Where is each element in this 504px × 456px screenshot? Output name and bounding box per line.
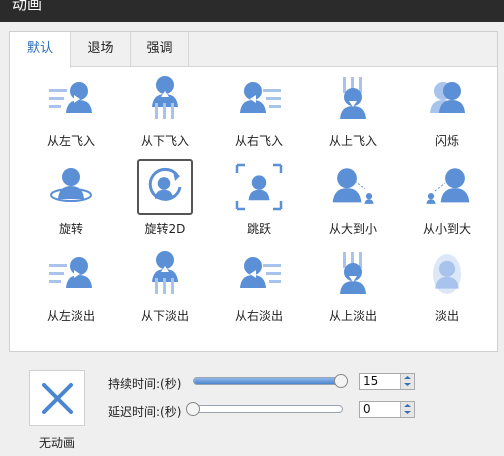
fade-out-top-icon — [325, 246, 381, 302]
close-icon — [42, 383, 73, 414]
tab-default[interactable]: 默认 — [10, 32, 71, 68]
duration-slider[interactable] — [193, 377, 343, 385]
effect-label: 旋转2D — [144, 222, 186, 236]
spin-up-icon[interactable] — [401, 402, 414, 409]
fly-in-left-icon — [43, 71, 99, 127]
jump-icon — [231, 159, 287, 215]
delay-slider[interactable] — [193, 405, 343, 413]
effect-shrink[interactable]: 从大到小 — [313, 159, 393, 239]
effect-label: 从左飞入 — [46, 134, 95, 148]
fly-in-top-icon — [325, 71, 381, 127]
no-animation-label: 无动画 — [38, 436, 75, 450]
effect-jump[interactable]: 跳跃 — [219, 159, 299, 239]
effect-fade-out-left[interactable]: 从左淡出 — [31, 246, 111, 326]
title-bar: 动画 — [0, 0, 504, 22]
effect-label: 从右淡出 — [234, 309, 283, 323]
flash-icon — [419, 71, 475, 127]
effect-label: 从大到小 — [328, 222, 377, 236]
effect-label: 从左淡出 — [46, 309, 95, 323]
delay-label: 延迟时间:(秒) — [108, 405, 182, 419]
effect-label: 旋转 — [58, 222, 83, 236]
spin-down-icon[interactable] — [401, 381, 414, 388]
duration-label: 持续时间:(秒) — [108, 377, 182, 391]
effect-fly-in-top[interactable]: 从上飞入 — [313, 71, 393, 151]
tab-emphasis[interactable]: 强调 — [131, 32, 189, 67]
effect-flash[interactable]: 闪烁 — [407, 71, 487, 151]
fly-in-bottom-icon — [137, 71, 193, 127]
effect-spin[interactable]: 旋转 — [31, 159, 111, 239]
effect-label: 从右飞入 — [234, 134, 283, 148]
effect-label: 跳跃 — [246, 222, 271, 236]
duration-value: 15 — [363, 374, 379, 388]
fade-out-left-icon — [43, 246, 99, 302]
effect-label: 从上淡出 — [328, 309, 377, 323]
effects-panel: 默认 退场 强调 从左飞入 从下飞入 从右飞入 从上飞入 闪烁 旋转 旋转2D 跳跃 从大到小从… — [9, 31, 498, 352]
fade-out-right-icon — [231, 246, 287, 302]
duration-slider-thumb[interactable] — [334, 374, 348, 388]
shrink-icon — [325, 159, 381, 215]
effect-label: 淡出 — [434, 309, 459, 323]
grow-icon — [419, 159, 475, 215]
tab-bar: 默认 退场 强调 — [10, 32, 497, 68]
effect-label: 从上飞入 — [328, 134, 377, 148]
duration-slider-fill — [194, 378, 342, 384]
fly-in-right-icon — [231, 71, 287, 127]
effect-label: 从小到大 — [422, 222, 471, 236]
effect-fade-out[interactable]: 淡出 — [407, 246, 487, 326]
effect-grow[interactable]: 从小到大 — [407, 159, 487, 239]
effect-fade-out-top[interactable]: 从上淡出 — [313, 246, 393, 326]
effect-label: 从下飞入 — [140, 134, 189, 148]
effect-fly-in-right[interactable]: 从右飞入 — [219, 71, 299, 151]
effect-label: 从下淡出 — [140, 309, 189, 323]
rotate-2d-icon — [137, 159, 193, 215]
fade-out-bottom-icon — [137, 246, 193, 302]
effect-rotate-2d[interactable]: 旋转2D — [125, 159, 205, 239]
delay-spinbox[interactable]: 0 — [359, 401, 415, 418]
tab-exit[interactable]: 退场 — [71, 32, 131, 67]
effect-fly-in-bottom[interactable]: 从下飞入 — [125, 71, 205, 151]
delay-value: 0 — [363, 402, 371, 416]
effect-label: 闪烁 — [434, 134, 459, 148]
delay-slider-thumb[interactable] — [186, 402, 200, 416]
effect-fade-out-right[interactable]: 从右淡出 — [219, 246, 299, 326]
effect-fly-in-left[interactable]: 从左飞入 — [31, 71, 111, 151]
duration-spinbox[interactable]: 15 — [359, 373, 415, 390]
fade-out-icon — [419, 246, 475, 302]
window-title: 动画 — [12, 0, 43, 13]
no-animation-button[interactable] — [29, 370, 85, 426]
spin-icon — [43, 159, 99, 215]
effect-fade-out-bottom[interactable]: 从下淡出 — [125, 246, 205, 326]
spin-up-icon[interactable] — [401, 374, 414, 381]
spin-down-icon[interactable] — [401, 409, 414, 416]
